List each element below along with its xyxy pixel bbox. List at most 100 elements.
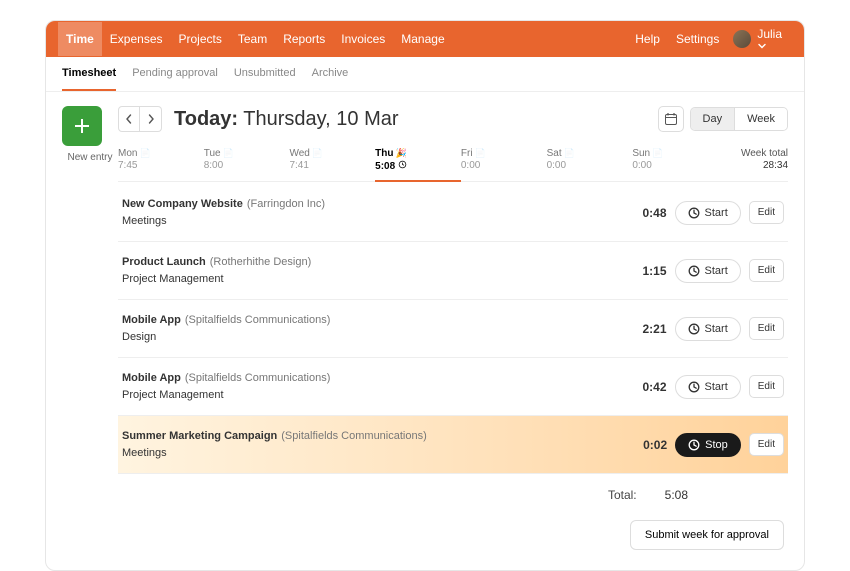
entry-info: Product Launch (Rotherhithe Design) Projec…: [122, 254, 619, 287]
time-entry: New Company Website (Farringdon Inc) Meeti…: [118, 184, 788, 242]
calendar-icon: [664, 112, 678, 126]
party-icon: 🎉: [395, 148, 406, 159]
note-icon: 📄: [475, 148, 486, 159]
stop-timer-button[interactable]: Stop: [675, 433, 741, 457]
clock-icon: [688, 439, 700, 451]
clock-icon: [688, 381, 700, 393]
tab-archive[interactable]: Archive: [312, 57, 349, 91]
day-time: 0:00: [461, 160, 547, 171]
tab-unsubmitted[interactable]: Unsubmitted: [234, 57, 296, 91]
seg-week[interactable]: Week: [735, 108, 787, 130]
entry-client: (Rotherhithe Design): [210, 256, 312, 268]
day-time: 5:08: [375, 160, 461, 172]
day-mon[interactable]: Mon📄7:45: [118, 144, 204, 181]
chevron-down-icon: [757, 41, 784, 51]
day-time: 0:00: [547, 160, 633, 171]
nav-time[interactable]: Time: [58, 22, 102, 56]
topnav: TimeExpensesProjectsTeamReportsInvoicesM…: [46, 21, 804, 57]
tab-pending-approval[interactable]: Pending approval: [132, 57, 218, 91]
total-value: 5:08: [665, 488, 688, 502]
note-icon: 📄: [223, 148, 234, 159]
nav-invoices[interactable]: Invoices: [333, 22, 393, 56]
nav-expenses[interactable]: Expenses: [102, 22, 171, 56]
prev-day-button[interactable]: [118, 106, 140, 132]
note-icon: 📄: [652, 148, 663, 159]
nav-projects[interactable]: Projects: [171, 22, 230, 56]
submit-week-button[interactable]: Submit week for approval: [630, 520, 784, 550]
note-icon: 📄: [312, 148, 323, 159]
new-entry-label: New entry: [62, 152, 118, 163]
entry-task: Project Management: [122, 271, 619, 288]
entry-task: Project Management: [122, 387, 619, 404]
start-timer-button[interactable]: Start: [675, 201, 741, 225]
edit-entry-button[interactable]: Edit: [749, 317, 784, 340]
subnav: Timesheet Pending approval Unsubmitted Arch…: [46, 57, 804, 92]
day-time: 0:00: [632, 160, 718, 171]
user-menu[interactable]: Julia: [757, 20, 792, 61]
timer-action-label: Start: [705, 381, 728, 393]
avatar[interactable]: [733, 30, 751, 48]
entry-project: Product Launch: [122, 256, 206, 268]
edit-entry-button[interactable]: Edit: [749, 433, 784, 456]
day-name: Mon📄: [118, 148, 204, 159]
clock-icon: [688, 207, 700, 219]
day-name: Sat📄: [547, 148, 633, 159]
entry-project: Mobile App: [122, 372, 181, 384]
day-sun[interactable]: Sun📄0:00: [632, 144, 718, 181]
week-total: Week total 28:34: [718, 144, 788, 181]
note-icon: 📄: [139, 148, 150, 159]
arrow-left-icon: [125, 114, 133, 124]
time-entry: Mobile App (Spitalfields Communications) P…: [118, 358, 788, 416]
clock-icon: [395, 161, 407, 172]
entry-client: (Spitalfields Communications): [185, 372, 331, 384]
arrow-right-icon: [147, 114, 155, 124]
entry-duration: 1:15: [627, 264, 667, 278]
day-time: 7:45: [118, 160, 204, 171]
day-tue[interactable]: Tue📄8:00: [204, 144, 290, 181]
day-name: Tue📄: [204, 148, 290, 159]
start-timer-button[interactable]: Start: [675, 317, 741, 341]
plus-icon: [71, 115, 93, 137]
total-label: Total:: [608, 488, 637, 502]
day-fri[interactable]: Fri📄0:00: [461, 144, 547, 181]
days-row: Mon📄7:45Tue📄8:00Wed📄7:41Thu🎉5:08 Fri📄0:0…: [118, 144, 788, 182]
timer-action-label: Stop: [705, 439, 728, 451]
clock-icon: [688, 265, 700, 277]
start-timer-button[interactable]: Start: [675, 259, 741, 283]
username: Julia: [757, 27, 782, 41]
timer-action-label: Start: [705, 323, 728, 335]
total-row: Total: 5:08: [118, 474, 788, 516]
entry-task: Meetings: [122, 213, 619, 230]
entry-client: (Spitalfields Communications): [281, 430, 427, 442]
entry-client: (Spitalfields Communications): [185, 314, 331, 326]
edit-entry-button[interactable]: Edit: [749, 375, 784, 398]
calendar-button[interactable]: [658, 106, 684, 132]
clock-icon: [688, 323, 700, 335]
nav-manage[interactable]: Manage: [393, 22, 452, 56]
entry-info: New Company Website (Farringdon Inc) Meeti…: [122, 196, 619, 229]
day-name: Thu🎉: [375, 148, 461, 159]
day-thu[interactable]: Thu🎉5:08: [375, 144, 461, 182]
entry-project: New Company Website: [122, 198, 243, 210]
day-time: 7:41: [289, 160, 375, 171]
day-time: 8:00: [204, 160, 290, 171]
day-sat[interactable]: Sat📄0:00: [547, 144, 633, 181]
day-name: Wed📄: [289, 148, 375, 159]
edit-entry-button[interactable]: Edit: [749, 259, 784, 282]
day-wed[interactable]: Wed📄7:41: [289, 144, 375, 181]
seg-day[interactable]: Day: [691, 108, 736, 130]
entry-client: (Farringdon Inc): [247, 198, 325, 210]
entry-duration: 0:02: [627, 438, 667, 452]
edit-entry-button[interactable]: Edit: [749, 201, 784, 224]
tab-timesheet[interactable]: Timesheet: [62, 57, 116, 91]
settings-link[interactable]: Settings: [668, 22, 727, 56]
start-timer-button[interactable]: Start: [675, 375, 741, 399]
nav-reports[interactable]: Reports: [275, 22, 333, 56]
next-day-button[interactable]: [140, 106, 162, 132]
nav-team[interactable]: Team: [230, 22, 275, 56]
help-link[interactable]: Help: [627, 22, 668, 56]
entry-project: Summer Marketing Campaign: [122, 430, 277, 442]
time-entry: Mobile App(Spitalfields Communications)D…: [118, 300, 788, 358]
new-entry-button[interactable]: [62, 106, 102, 146]
entry-info: Mobile App(Spitalfields Communications)D…: [122, 312, 619, 345]
